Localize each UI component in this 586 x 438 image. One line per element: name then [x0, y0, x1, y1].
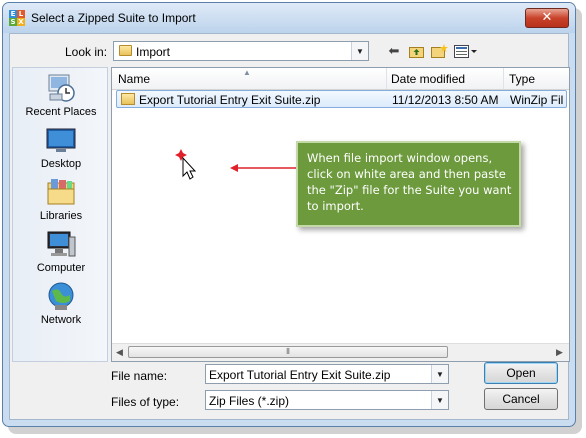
instruction-callout: When file import window opens, click on …: [296, 141, 521, 227]
open-button[interactable]: Open: [484, 362, 558, 384]
place-computer[interactable]: Computer: [13, 229, 109, 274]
scroll-right-icon[interactable]: ▶: [556, 347, 563, 358]
table-row[interactable]: Export Tutorial Entry Exit Suite.zip 11/…: [116, 90, 567, 108]
window-title: Select a Zipped Suite to Import: [31, 11, 196, 25]
computer-icon: [46, 229, 76, 259]
place-label: Network: [40, 314, 82, 326]
type-cell: WinZip Fil: [510, 93, 564, 107]
view-menu-icon[interactable]: [454, 43, 478, 59]
pointer-arrow-icon: [230, 164, 296, 172]
recent-places-icon: [46, 73, 76, 103]
dialog-body: Look in: Import ▼ ⬅ Recent Places Deskto…: [9, 33, 570, 420]
horizontal-scrollbar[interactable]: ◀ ⦀ ▶: [112, 343, 569, 361]
place-label: Computer: [36, 262, 86, 274]
file-name-input[interactable]: Export Tutorial Entry Exit Suite.zip ▼: [205, 364, 449, 384]
place-desktop[interactable]: Desktop: [13, 125, 109, 170]
chevron-down-icon[interactable]: ▼: [351, 42, 368, 60]
title-bar[interactable]: EL SX Select a Zipped Suite to Import ✕: [3, 3, 575, 33]
file-dialog: EL SX Select a Zipped Suite to Import ✕ …: [2, 2, 576, 427]
look-in-value: Import: [136, 45, 171, 59]
file-type-value: Zip Files (*.zip): [209, 394, 290, 408]
look-in-dropdown[interactable]: Import ▼: [113, 41, 369, 61]
desktop-icon: [46, 125, 76, 155]
place-label: Recent Places: [25, 106, 97, 118]
scroll-left-icon[interactable]: ◀: [116, 347, 123, 358]
place-label: Libraries: [39, 210, 83, 222]
mouse-cursor-icon: [182, 156, 197, 180]
place-recent-places[interactable]: Recent Places: [13, 73, 109, 118]
column-divider[interactable]: [386, 68, 387, 89]
file-type-dropdown[interactable]: Zip Files (*.zip) ▼: [205, 390, 449, 410]
annotation-overlay: [175, 149, 296, 180]
file-name-cell: Export Tutorial Entry Exit Suite.zip: [139, 93, 321, 107]
back-arrow-icon[interactable]: ⬅: [386, 43, 402, 59]
sparkle-icon: [175, 149, 187, 161]
sort-ascending-icon: ▲: [243, 68, 251, 77]
chevron-down-icon[interactable]: ▼: [431, 365, 448, 383]
place-network[interactable]: Network: [13, 281, 109, 326]
zip-file-icon: [121, 93, 135, 105]
libraries-icon: [46, 177, 76, 207]
column-divider[interactable]: [503, 68, 504, 89]
column-header-row: ▲ Name Date modified Type: [112, 68, 569, 90]
look-in-label: Look in:: [65, 45, 108, 59]
folder-icon: [119, 45, 132, 56]
app-icon: EL SX: [9, 10, 25, 26]
scrollbar-thumb[interactable]: ⦀: [128, 346, 448, 358]
new-folder-icon[interactable]: [430, 43, 448, 59]
cancel-button[interactable]: Cancel: [484, 388, 558, 410]
column-header-type[interactable]: Type: [509, 72, 535, 86]
places-bar: Recent Places Desktop Libraries Computer: [12, 67, 108, 362]
column-header-date-modified[interactable]: Date modified: [391, 72, 465, 86]
file-name-label: File name:: [111, 369, 168, 383]
place-libraries[interactable]: Libraries: [13, 177, 109, 222]
file-name-value: Export Tutorial Entry Exit Suite.zip: [209, 368, 391, 382]
network-icon: [46, 281, 76, 311]
column-header-name[interactable]: Name: [118, 72, 150, 86]
date-modified-cell: 11/12/2013 8:50 AM: [392, 93, 499, 107]
up-folder-icon[interactable]: [408, 43, 424, 59]
place-label: Desktop: [40, 158, 82, 170]
file-type-label: Files of type:: [111, 395, 180, 409]
close-button[interactable]: ✕: [525, 8, 569, 28]
chevron-down-icon[interactable]: ▼: [431, 391, 448, 409]
